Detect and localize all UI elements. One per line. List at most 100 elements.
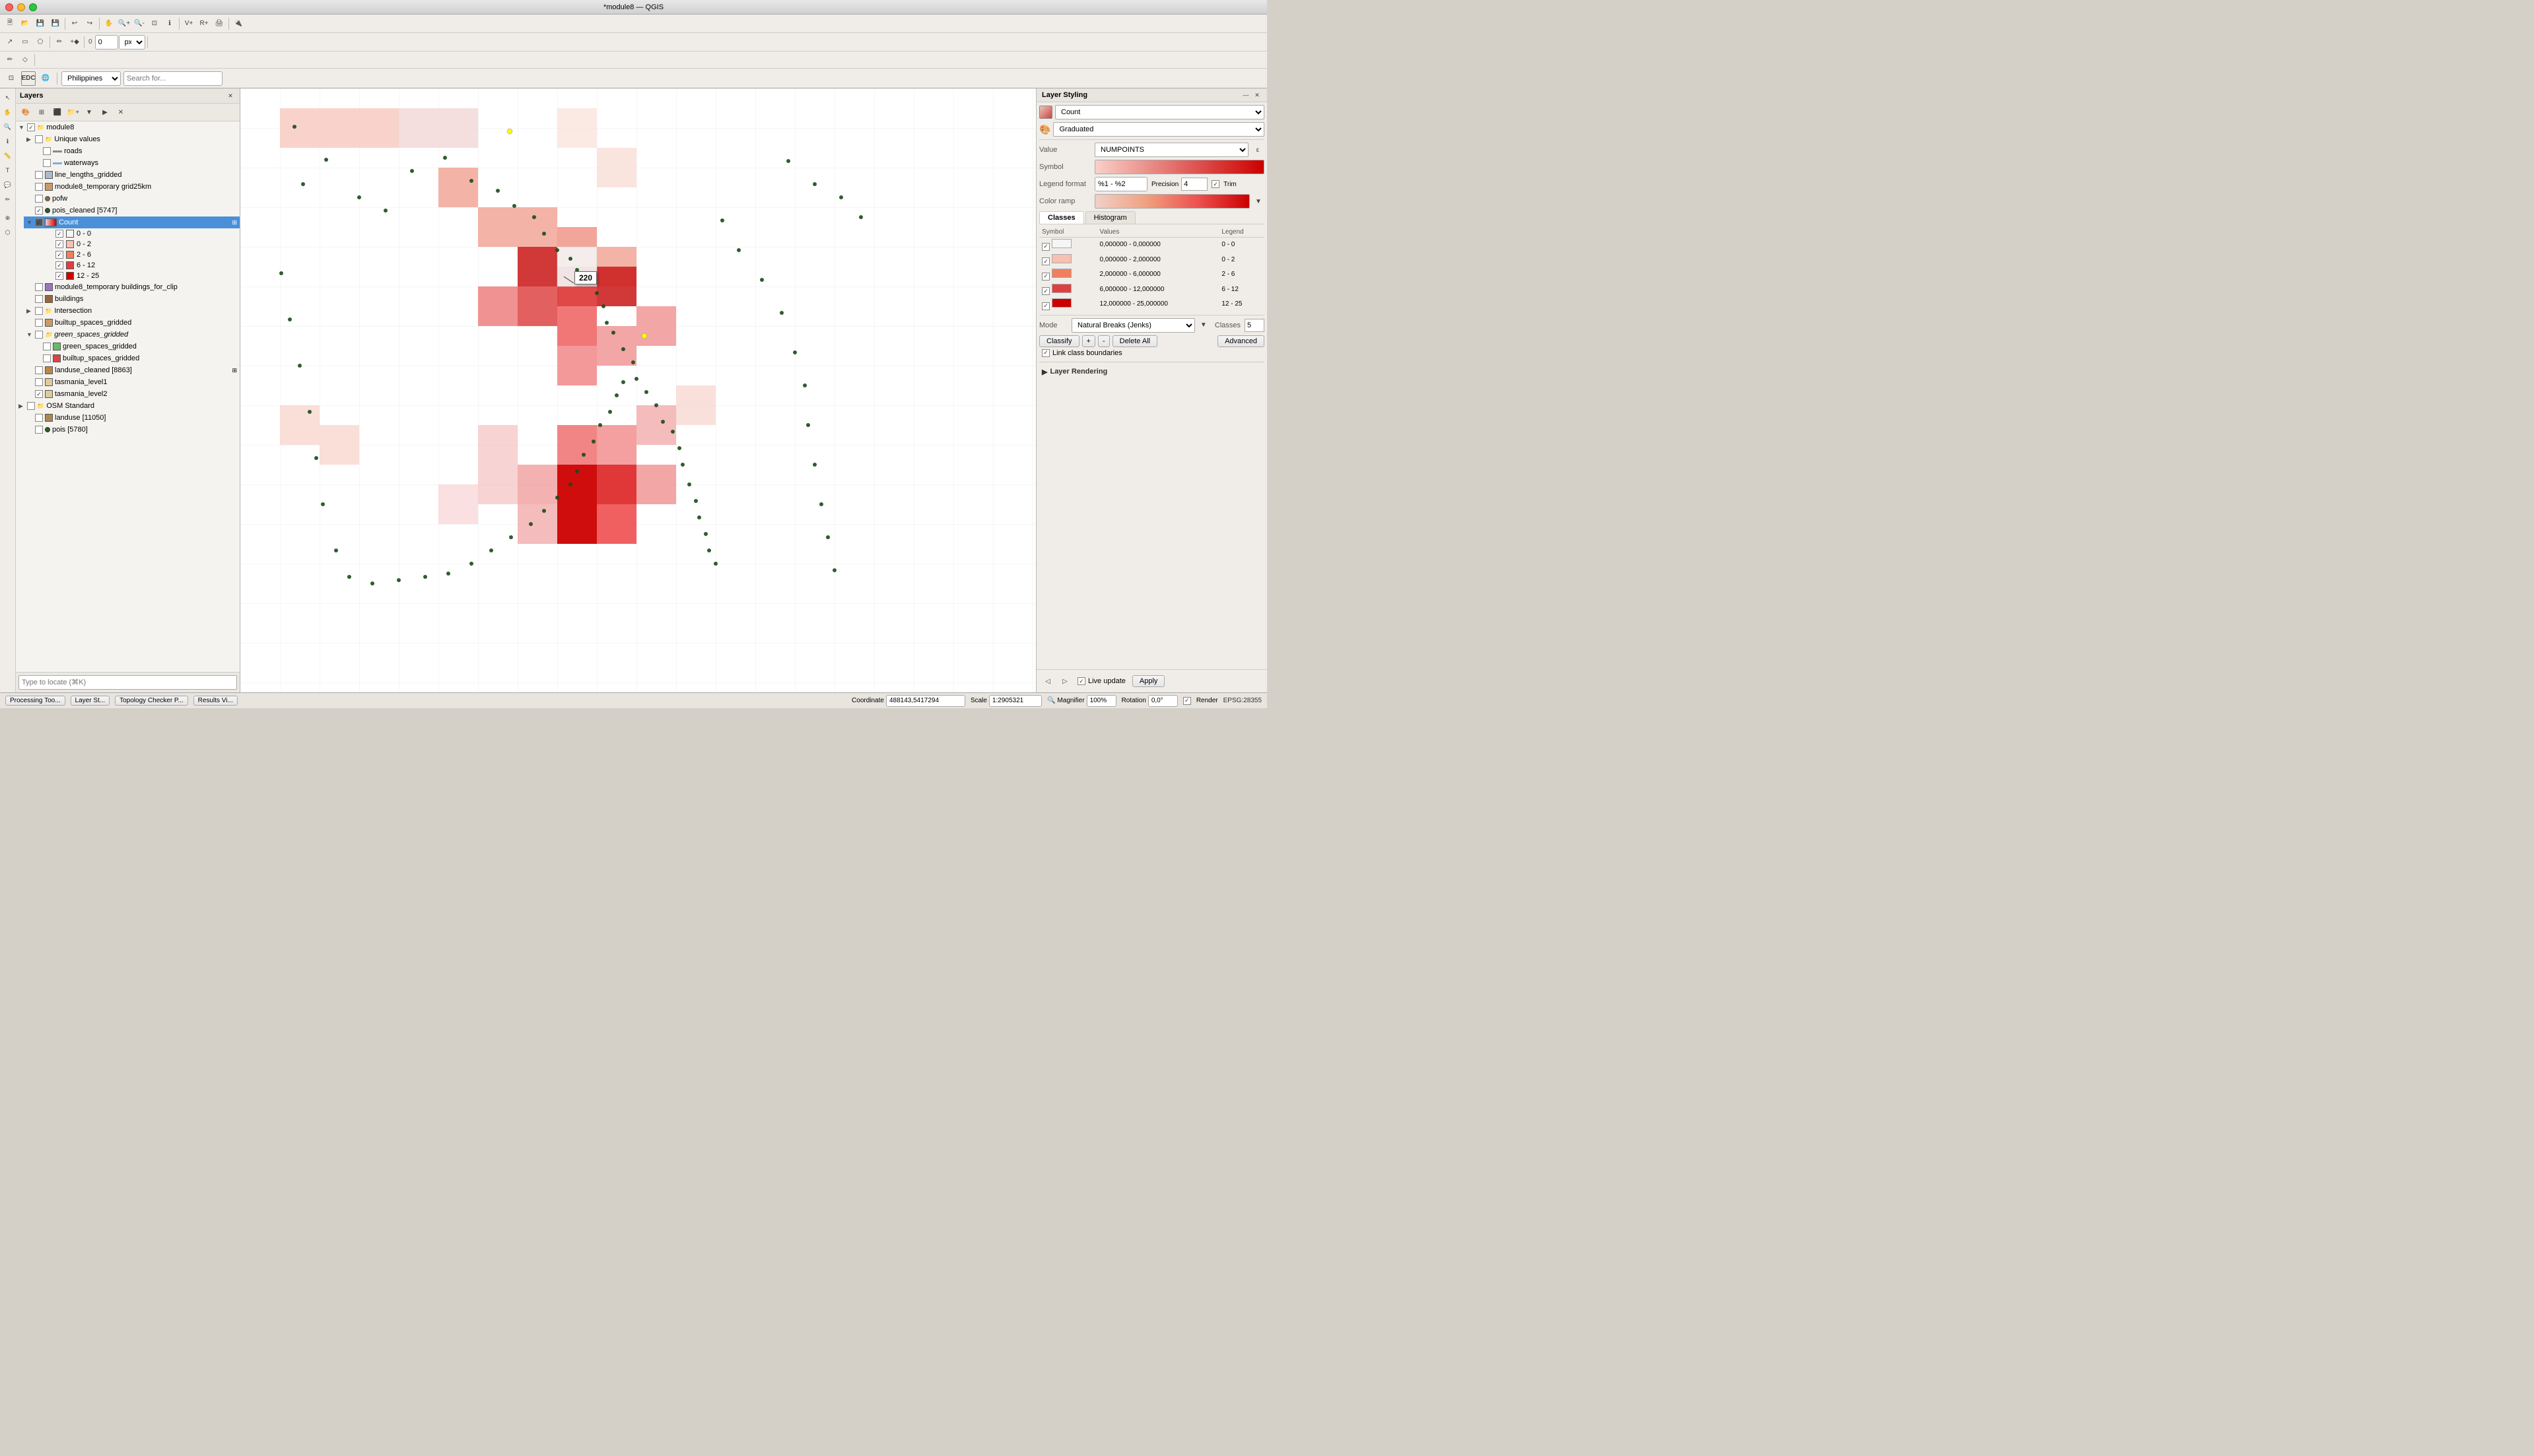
layer-checkbox-landuse-osm[interactable] — [35, 414, 43, 422]
zoom-out-btn[interactable]: 🔍- — [132, 17, 147, 31]
layer-line-lengths[interactable]: line_lengths_gridded — [24, 169, 240, 181]
layer-select[interactable]: Count — [1055, 105, 1264, 119]
select-poly-btn[interactable]: ⬠ — [33, 35, 48, 50]
collapse-all-btn[interactable]: ▶ — [98, 105, 112, 119]
layer-checkbox-roads[interactable] — [43, 147, 51, 155]
class-cb-0[interactable] — [1042, 243, 1050, 251]
plugin2-btn[interactable]: 🌐 — [38, 71, 53, 86]
layer-checkbox-landuse[interactable] — [35, 366, 43, 374]
select-btn[interactable]: ↗ — [3, 35, 17, 50]
delete-all-btn[interactable]: Delete All — [1113, 335, 1157, 347]
layer-landuse[interactable]: landuse_cleaned [8863] ⊞ — [24, 364, 240, 376]
layer-builtup-gridded2[interactable]: builtup_spaces_gridded — [32, 352, 240, 364]
mode-select[interactable]: Natural Breaks (Jenks) — [1072, 318, 1195, 333]
layer-unique-values[interactable]: ▶ 📁 Unique values — [24, 133, 240, 145]
layer-pofw[interactable]: pofw — [24, 193, 240, 205]
tab-classes[interactable]: Classes — [1039, 211, 1084, 224]
trim-checkbox[interactable] — [1212, 180, 1219, 188]
layer-checkbox-green-grp[interactable] — [35, 331, 43, 339]
layer-landuse-osm[interactable]: landuse [11050] — [24, 412, 240, 424]
layer-module8[interactable]: ▼ 📁 module8 — [16, 121, 240, 133]
value-expr-btn[interactable]: ε — [1251, 143, 1264, 157]
save-project-btn[interactable]: 💾 — [33, 17, 48, 31]
history-fwd-btn[interactable]: ▷ — [1058, 674, 1072, 688]
edit-btn[interactable]: ✏ — [52, 35, 67, 50]
close-button[interactable] — [5, 3, 13, 11]
layer-checkbox-buildings[interactable] — [35, 295, 43, 303]
layer-green-gridded[interactable]: green_spaces_gridded — [32, 341, 240, 352]
class-legend-0[interactable]: 0 - 0 — [1219, 238, 1264, 253]
tab-histogram[interactable]: Histogram — [1085, 211, 1136, 224]
mode-info-btn[interactable]: ▼ — [1198, 318, 1210, 333]
add-group-btn[interactable]: 📁+ — [66, 105, 81, 119]
filter-btn[interactable]: ⬛ — [50, 105, 65, 119]
zoom-layer-btn[interactable]: ⊡ — [4, 71, 18, 86]
layer-checkbox-builtup2[interactable] — [43, 354, 51, 362]
layer-tasmania2[interactable]: tasmania_level2 — [24, 388, 240, 400]
remove-class-btn[interactable]: - — [1098, 335, 1110, 347]
class-swatch-4[interactable] — [1052, 298, 1072, 308]
color-ramp-picker[interactable] — [1095, 194, 1250, 209]
class-swatch-2[interactable] — [1052, 269, 1072, 278]
layer-builtup-gridded[interactable]: builtup_spaces_gridded — [24, 317, 240, 329]
layer-pois-osm[interactable]: pois [5780] — [24, 424, 240, 436]
legend-cb-0-0[interactable] — [55, 230, 63, 238]
landuse-filter-btn[interactable]: ⊞ — [232, 367, 237, 374]
add-annotation-tool[interactable]: T — [1, 164, 15, 177]
render-cb[interactable] — [1183, 697, 1191, 705]
legend-cb-12-25[interactable] — [55, 272, 63, 280]
coordinate-input[interactable] — [886, 695, 965, 707]
new-project-btn[interactable]: 🗎 — [3, 17, 17, 31]
topology-checker-btn[interactable]: Topology Checker P... — [115, 696, 188, 706]
identify-tool[interactable]: ℹ — [1, 135, 15, 148]
legend-cb-6-12[interactable] — [55, 261, 63, 269]
open-layer-style-btn[interactable]: 🎨 — [18, 105, 33, 119]
layer-checkbox-green[interactable] — [43, 343, 51, 350]
select-tool[interactable]: ↖ — [1, 91, 15, 104]
color-ramp-menu-btn[interactable]: ▼ — [1252, 194, 1264, 209]
identify-btn[interactable]: ℹ — [162, 17, 177, 31]
layer-green-group[interactable]: ▼ 📁 green_spaces_gridded — [24, 329, 240, 341]
layer-checkbox-unique[interactable] — [35, 135, 43, 143]
measure-tool[interactable]: 📏 — [1, 149, 15, 162]
legend-cb-0-2[interactable] — [55, 240, 63, 248]
results-vi-btn[interactable]: Results Vi... — [193, 696, 238, 706]
class-cb-4[interactable] — [1042, 302, 1050, 310]
advanced-btn[interactable]: Advanced — [1217, 335, 1264, 347]
layer-count[interactable]: ▼ Count ⊞ — [24, 216, 240, 228]
precision-spinner[interactable] — [1181, 178, 1208, 191]
add-vector-btn[interactable]: V+ — [182, 17, 196, 31]
layer-tasmania1[interactable]: tasmania_level1 — [24, 376, 240, 388]
redo-btn[interactable]: ↪ — [83, 17, 97, 31]
layer-checkbox-tas1[interactable] — [35, 378, 43, 386]
digitize-btn[interactable]: ✏ — [3, 53, 17, 67]
class-cb-2[interactable] — [1042, 273, 1050, 281]
map-tip-tool[interactable]: 💬 — [1, 178, 15, 191]
classify-btn[interactable]: Classify — [1039, 335, 1079, 347]
layer-pois-cleaned[interactable]: pois_cleaned [5747] — [24, 205, 240, 216]
classes-count-input[interactable] — [1245, 319, 1264, 332]
class-swatch-3[interactable] — [1052, 284, 1072, 293]
layer-checkbox-pois-osm[interactable] — [35, 426, 43, 434]
layer-rendering-toggle[interactable]: ▶ Layer Rendering — [1039, 365, 1264, 379]
digitize-shape-tool[interactable]: ⬡ — [1, 226, 15, 239]
link-cb[interactable] — [1042, 349, 1050, 357]
print-layout-btn[interactable]: 🖨 — [212, 17, 226, 31]
layer-module8-temp-grid[interactable]: module8_temporary grid25km — [24, 181, 240, 193]
scale-input[interactable] — [989, 695, 1042, 707]
rotation-input[interactable] — [95, 35, 118, 50]
class-legend-3[interactable]: 6 - 12 — [1219, 282, 1264, 297]
class-cb-1[interactable] — [1042, 257, 1050, 265]
renderer-select[interactable]: Graduated — [1053, 122, 1264, 137]
layer-intersection[interactable]: ▶ 📁 Intersection — [24, 305, 240, 317]
magnifier-input[interactable] — [1087, 695, 1116, 707]
live-update-cb[interactable] — [1078, 677, 1085, 685]
node-tool-btn[interactable]: ◇ — [18, 53, 32, 67]
location-select[interactable]: Philippines — [61, 71, 121, 86]
zoom-extent-btn[interactable]: ⊡ — [147, 17, 162, 31]
processing-tools-btn[interactable]: Processing Too... — [5, 696, 65, 706]
add-feature-btn[interactable]: +◆ — [67, 35, 82, 50]
class-cb-3[interactable] — [1042, 287, 1050, 295]
symbol-color-bar[interactable] — [1095, 160, 1264, 174]
undo-btn[interactable]: ↩ — [67, 17, 82, 31]
